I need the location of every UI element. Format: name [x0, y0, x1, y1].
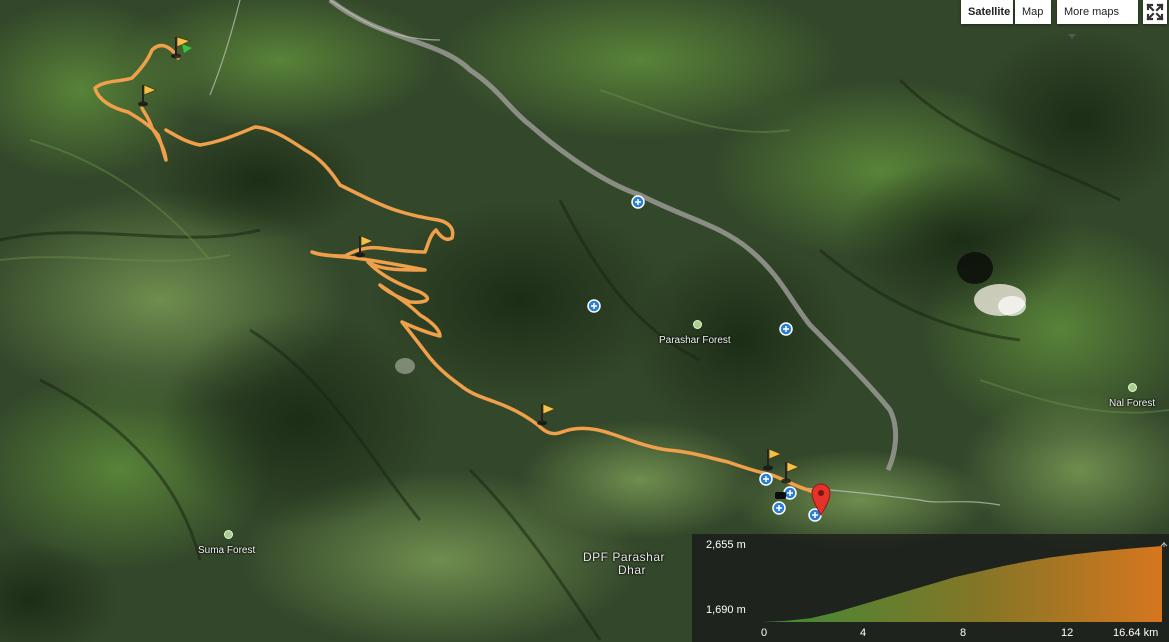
satellite-button[interactable]: Satellite — [961, 0, 1013, 24]
elevation-max-label: 2,655 m — [706, 539, 746, 551]
poi-marker-icon[interactable] — [772, 501, 786, 515]
forest-poi-icon — [224, 530, 233, 539]
poi-marker-icon[interactable] — [779, 322, 793, 336]
poi-marker-icon[interactable] — [631, 195, 645, 209]
map-button[interactable]: Map — [1015, 0, 1051, 24]
elevation-min-label: 1,690 m — [706, 604, 746, 616]
x-tick-4: 4 — [860, 627, 867, 639]
x-tick-0: 0 — [761, 627, 768, 639]
place-label-parashar-forest: Parashar Forest — [659, 335, 731, 346]
poi-marker-icon[interactable] — [587, 299, 601, 313]
x-tick-16-64: 16.64 km — [1113, 627, 1159, 639]
x-tick-8: 8 — [960, 627, 967, 639]
chevron-down-icon — [1068, 33, 1076, 39]
place-label-suma-forest: Suma Forest — [198, 545, 256, 556]
map-label: Map — [1022, 6, 1044, 18]
fullscreen-icon — [1146, 3, 1164, 21]
place-label-nal-forest: Nal Forest — [1109, 398, 1156, 409]
elevation-profile-panel[interactable]: 2,655 m 1,690 m 0 4 8 12 16.64 km — [692, 534, 1169, 642]
elevation-area — [763, 546, 1162, 622]
x-tick-12: 12 — [1061, 627, 1074, 639]
elevation-chart — [763, 542, 1168, 622]
fullscreen-button[interactable] — [1143, 0, 1167, 24]
car-icon — [775, 492, 786, 499]
poi-marker-icon[interactable] — [759, 472, 773, 486]
place-label-dpf-parashar-line2: Dhar — [618, 563, 647, 577]
forest-poi-icon — [1128, 383, 1137, 392]
more-maps-button[interactable]: More maps — [1057, 0, 1138, 39]
more-maps-label: More maps — [1064, 6, 1120, 18]
satellite-label: Satellite — [968, 6, 1011, 18]
forest-poi-icon — [693, 320, 702, 329]
